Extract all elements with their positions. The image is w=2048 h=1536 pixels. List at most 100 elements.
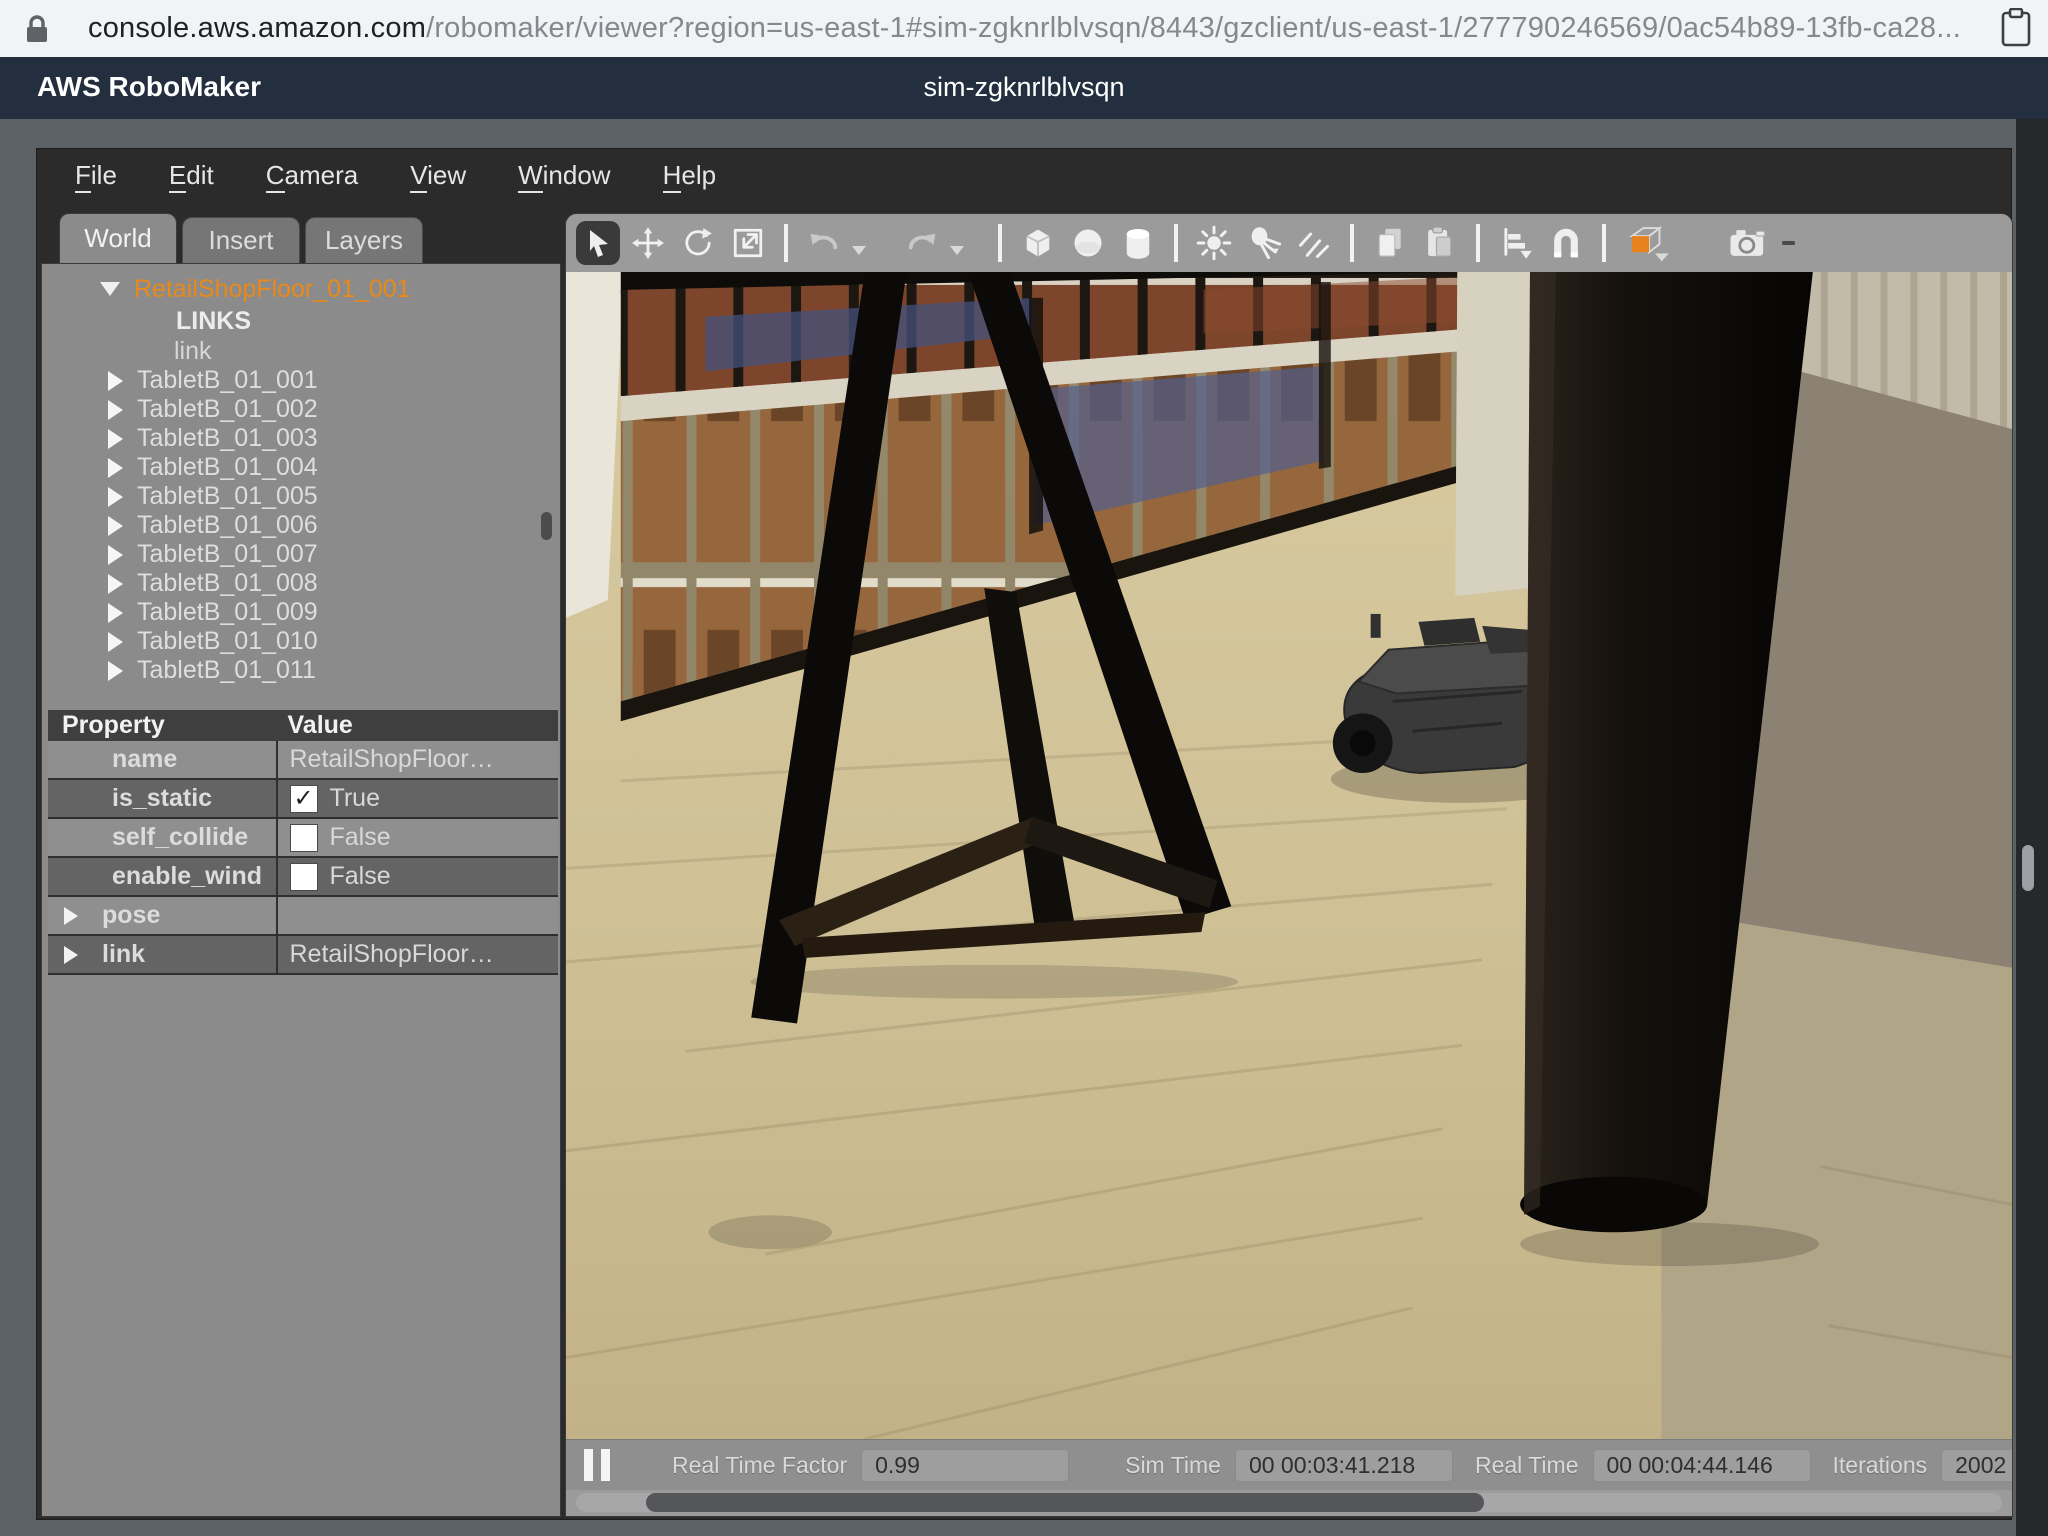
property-row-name[interactable]: name RetailShopFloor… bbox=[48, 741, 558, 780]
clipboard-icon[interactable] bbox=[2000, 8, 2034, 48]
expand-icon[interactable] bbox=[108, 400, 123, 420]
redo-button[interactable] bbox=[900, 221, 944, 265]
expand-icon[interactable] bbox=[108, 603, 123, 623]
tree-links-header: LINKS bbox=[42, 306, 560, 336]
pause-button[interactable] bbox=[584, 1449, 610, 1481]
expand-icon[interactable] bbox=[108, 516, 123, 536]
cylinder-icon bbox=[1120, 225, 1156, 261]
property-row-self-collide[interactable]: self_collide False bbox=[48, 819, 558, 858]
undo-history-button[interactable] bbox=[852, 246, 866, 255]
directional-light-button[interactable] bbox=[1292, 221, 1336, 265]
undo-button[interactable] bbox=[802, 221, 846, 265]
undo-icon bbox=[806, 225, 842, 261]
tree-item-model[interactable]: TabletB_01_011 bbox=[42, 656, 560, 685]
point-light-button[interactable] bbox=[1192, 221, 1236, 265]
checkbox-unchecked[interactable] bbox=[290, 863, 318, 891]
align-button[interactable] bbox=[1494, 221, 1538, 265]
scrollbar-thumb[interactable] bbox=[646, 1493, 1485, 1512]
horizontal-scrollbar[interactable] bbox=[566, 1490, 2012, 1516]
app-header: AWS RoboMaker sim-zgknrlblvsqn bbox=[0, 57, 2048, 119]
view-angle-button[interactable] bbox=[1620, 221, 1676, 265]
expand-icon[interactable] bbox=[108, 429, 123, 449]
property-table: Property Value name RetailShopFloor… is_… bbox=[48, 710, 558, 975]
insert-box-button[interactable] bbox=[1016, 221, 1060, 265]
tree-item-model[interactable]: TabletB_01_009 bbox=[42, 598, 560, 627]
menu-help[interactable]: Help bbox=[637, 154, 742, 197]
expand-icon[interactable] bbox=[64, 907, 78, 925]
tree-item-model[interactable]: TabletB_01_002 bbox=[42, 395, 560, 424]
checkbox-unchecked[interactable] bbox=[290, 824, 318, 852]
expand-icon[interactable] bbox=[108, 545, 123, 565]
align-icon bbox=[1498, 225, 1534, 261]
expand-icon[interactable] bbox=[108, 371, 123, 391]
browser-address-bar[interactable]: console.aws.amazon.com/robomaker/viewer?… bbox=[0, 0, 2048, 58]
point-light-icon bbox=[1196, 225, 1232, 261]
toolbar-separator bbox=[1174, 224, 1178, 262]
menu-window[interactable]: Window bbox=[492, 154, 636, 197]
url-text[interactable]: console.aws.amazon.com/robomaker/viewer?… bbox=[88, 12, 1961, 45]
snap-button[interactable] bbox=[1544, 221, 1588, 265]
translate-tool-button[interactable] bbox=[626, 221, 670, 265]
select-tool-button[interactable] bbox=[576, 221, 620, 265]
url-host: console.aws.amazon.com bbox=[88, 12, 426, 44]
tree-item-model[interactable]: TabletB_01_006 bbox=[42, 511, 560, 540]
sphere-icon bbox=[1070, 225, 1106, 261]
tree-item-model[interactable]: TabletB_01_007 bbox=[42, 540, 560, 569]
box-icon bbox=[1020, 225, 1056, 261]
simulation-status-bar: Real Time Factor 0.99 Sim Time 00 00:03:… bbox=[566, 1439, 2012, 1490]
tree-item-root[interactable]: RetailShopFloor_01_001 bbox=[42, 272, 560, 306]
toolbar-separator bbox=[998, 224, 1002, 262]
expand-icon[interactable] bbox=[108, 574, 123, 594]
copy-icon bbox=[1371, 224, 1409, 262]
scale-tool-button[interactable] bbox=[726, 221, 770, 265]
floor-shadow-smudge bbox=[708, 1215, 831, 1249]
expand-icon[interactable] bbox=[64, 946, 78, 964]
paste-button[interactable] bbox=[1418, 221, 1462, 265]
property-row-is-static[interactable]: is_static ✓True bbox=[48, 780, 558, 819]
gazebo-client: File Edit Camera View Window Help World … bbox=[36, 148, 2012, 1520]
directional-light-icon bbox=[1296, 225, 1332, 261]
logger-button[interactable] bbox=[1776, 221, 1802, 265]
vertical-scrollbar-thumb[interactable] bbox=[2022, 845, 2034, 891]
tree-item-model[interactable]: TabletB_01_005 bbox=[42, 482, 560, 511]
tab-layers[interactable]: Layers bbox=[305, 217, 423, 263]
scene-canvas[interactable] bbox=[566, 272, 2012, 1439]
tab-world[interactable]: World bbox=[59, 213, 177, 263]
paste-icon bbox=[1421, 224, 1459, 262]
toolbar-separator bbox=[1476, 224, 1480, 262]
expand-icon[interactable] bbox=[108, 661, 123, 681]
insert-sphere-button[interactable] bbox=[1066, 221, 1110, 265]
redo-icon bbox=[904, 225, 940, 261]
insert-cylinder-button[interactable] bbox=[1116, 221, 1160, 265]
menu-file[interactable]: File bbox=[49, 154, 143, 197]
lock-icon bbox=[26, 15, 48, 43]
checkbox-checked[interactable]: ✓ bbox=[290, 785, 318, 813]
expand-icon[interactable] bbox=[108, 458, 123, 478]
property-row-link[interactable]: link RetailShopFloor… bbox=[48, 936, 558, 975]
tab-insert[interactable]: Insert bbox=[182, 217, 300, 263]
scale-icon bbox=[731, 226, 765, 260]
property-row-enable-wind[interactable]: enable_wind False bbox=[48, 858, 558, 897]
redo-history-button[interactable] bbox=[950, 246, 964, 255]
tree-item-model[interactable]: TabletB_01_001 bbox=[42, 366, 560, 395]
expand-icon[interactable] bbox=[108, 632, 123, 652]
tree-item-model[interactable]: TabletB_01_003 bbox=[42, 424, 560, 453]
tree-item-model[interactable]: TabletB_01_010 bbox=[42, 627, 560, 656]
expand-icon[interactable] bbox=[108, 487, 123, 507]
simulation-title: sim-zgknrlblvsqn bbox=[0, 72, 2048, 103]
menu-camera[interactable]: Camera bbox=[240, 154, 384, 197]
screenshot-button[interactable] bbox=[1726, 221, 1770, 265]
copy-button[interactable] bbox=[1368, 221, 1412, 265]
tree-item-link[interactable]: link bbox=[42, 336, 560, 366]
tree-scrollbar-thumb[interactable] bbox=[541, 512, 552, 540]
real-time-factor-label: Real Time Factor bbox=[672, 1452, 847, 1479]
rotate-tool-button[interactable] bbox=[676, 221, 720, 265]
collapse-icon[interactable] bbox=[100, 282, 120, 296]
tree-item-model[interactable]: TabletB_01_004 bbox=[42, 453, 560, 482]
cursor-arrow-icon bbox=[582, 227, 614, 259]
property-row-pose[interactable]: pose bbox=[48, 897, 558, 936]
tree-item-model[interactable]: TabletB_01_008 bbox=[42, 569, 560, 598]
menu-edit[interactable]: Edit bbox=[143, 154, 240, 197]
menu-view[interactable]: View bbox=[384, 154, 492, 197]
spot-light-button[interactable] bbox=[1242, 221, 1286, 265]
